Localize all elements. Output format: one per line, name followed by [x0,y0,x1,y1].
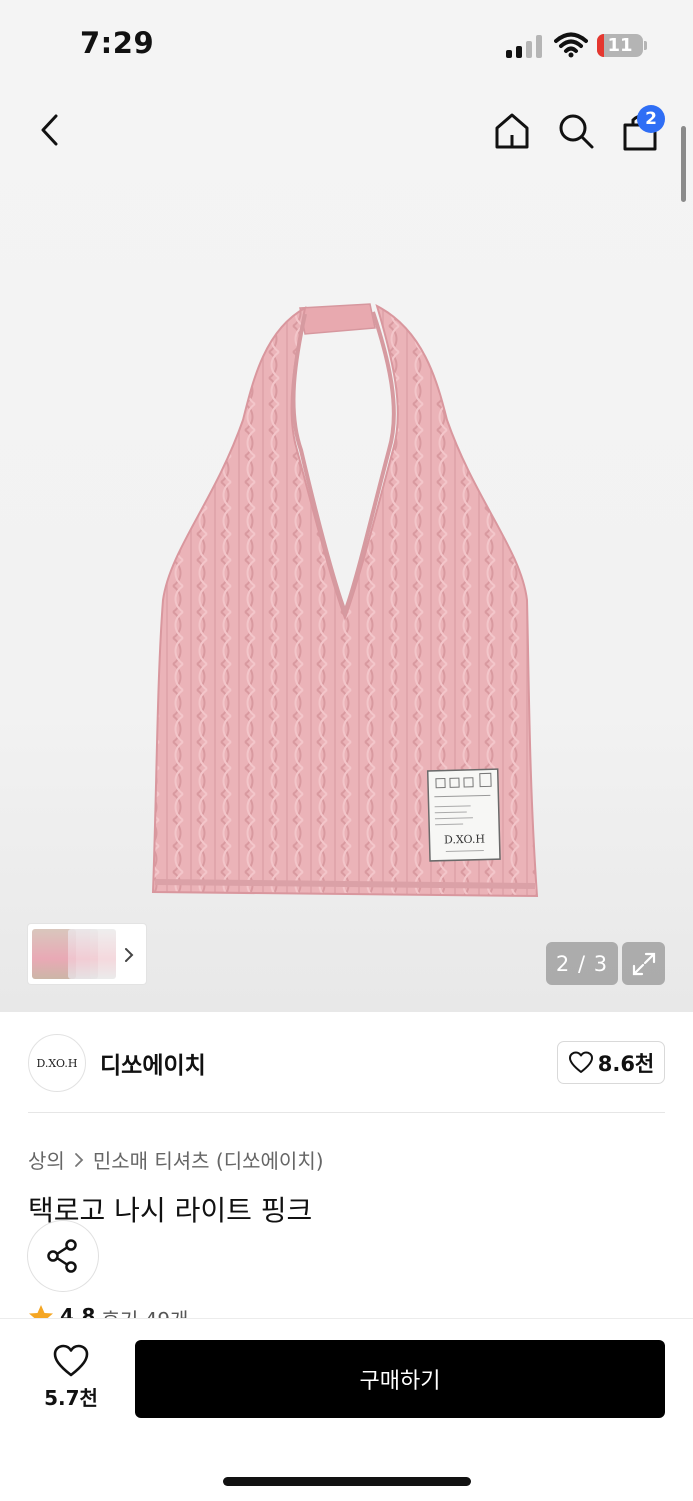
battery-level: 11 [607,35,633,56]
home-indicator[interactable] [223,1477,471,1486]
battery-cap [644,41,647,50]
cart-badge: 2 [637,105,665,133]
expand-button[interactable] [622,942,665,985]
tag-label-text: D.XO.H [444,832,485,846]
status-time: 7:29 [80,26,155,60]
search-button[interactable] [553,108,599,154]
breadcrumb-item-subcategory[interactable]: 민소매 티셔츠 (디쏘에이치) [93,1145,324,1174]
heart-icon [53,1344,89,1377]
back-button[interactable] [28,108,72,152]
breadcrumb: 상의 민소매 티셔츠 (디쏘에이치) [28,1145,324,1174]
wishlist-count: 5.7천 [44,1386,98,1410]
thumbnail-strip[interactable] [28,924,146,984]
signal-icon [506,34,544,58]
share-button[interactable] [28,1221,98,1291]
divider [28,1112,665,1113]
heart-icon [568,1051,593,1073]
chevron-left-icon [41,114,58,146]
expand-icon [632,952,655,975]
product-image: D.XO.H [151,303,539,898]
scrollbar[interactable] [681,126,686,202]
brand-name[interactable]: 디쏘에이치 [100,1046,206,1080]
brand-like-button[interactable]: 8.6천 [557,1041,665,1084]
page-indicator: 2 / 3 [546,942,618,985]
brand-logo[interactable]: D.XO.H [28,1034,86,1092]
battery-icon: 11 [597,34,643,57]
share-icon [47,1239,77,1273]
buy-button[interactable]: 구매하기 [135,1340,665,1418]
chevron-right-icon [125,948,134,962]
wishlist-button[interactable]: 5.7천 [40,1344,102,1411]
home-icon [495,113,529,149]
wifi-icon [554,32,588,58]
brand-like-count: 8.6천 [597,1051,655,1076]
chevron-right-icon [74,1152,84,1167]
home-button[interactable] [489,108,535,154]
search-icon [559,114,594,149]
breadcrumb-item-category[interactable]: 상의 [28,1145,65,1174]
thumbnail-3[interactable] [90,929,116,979]
